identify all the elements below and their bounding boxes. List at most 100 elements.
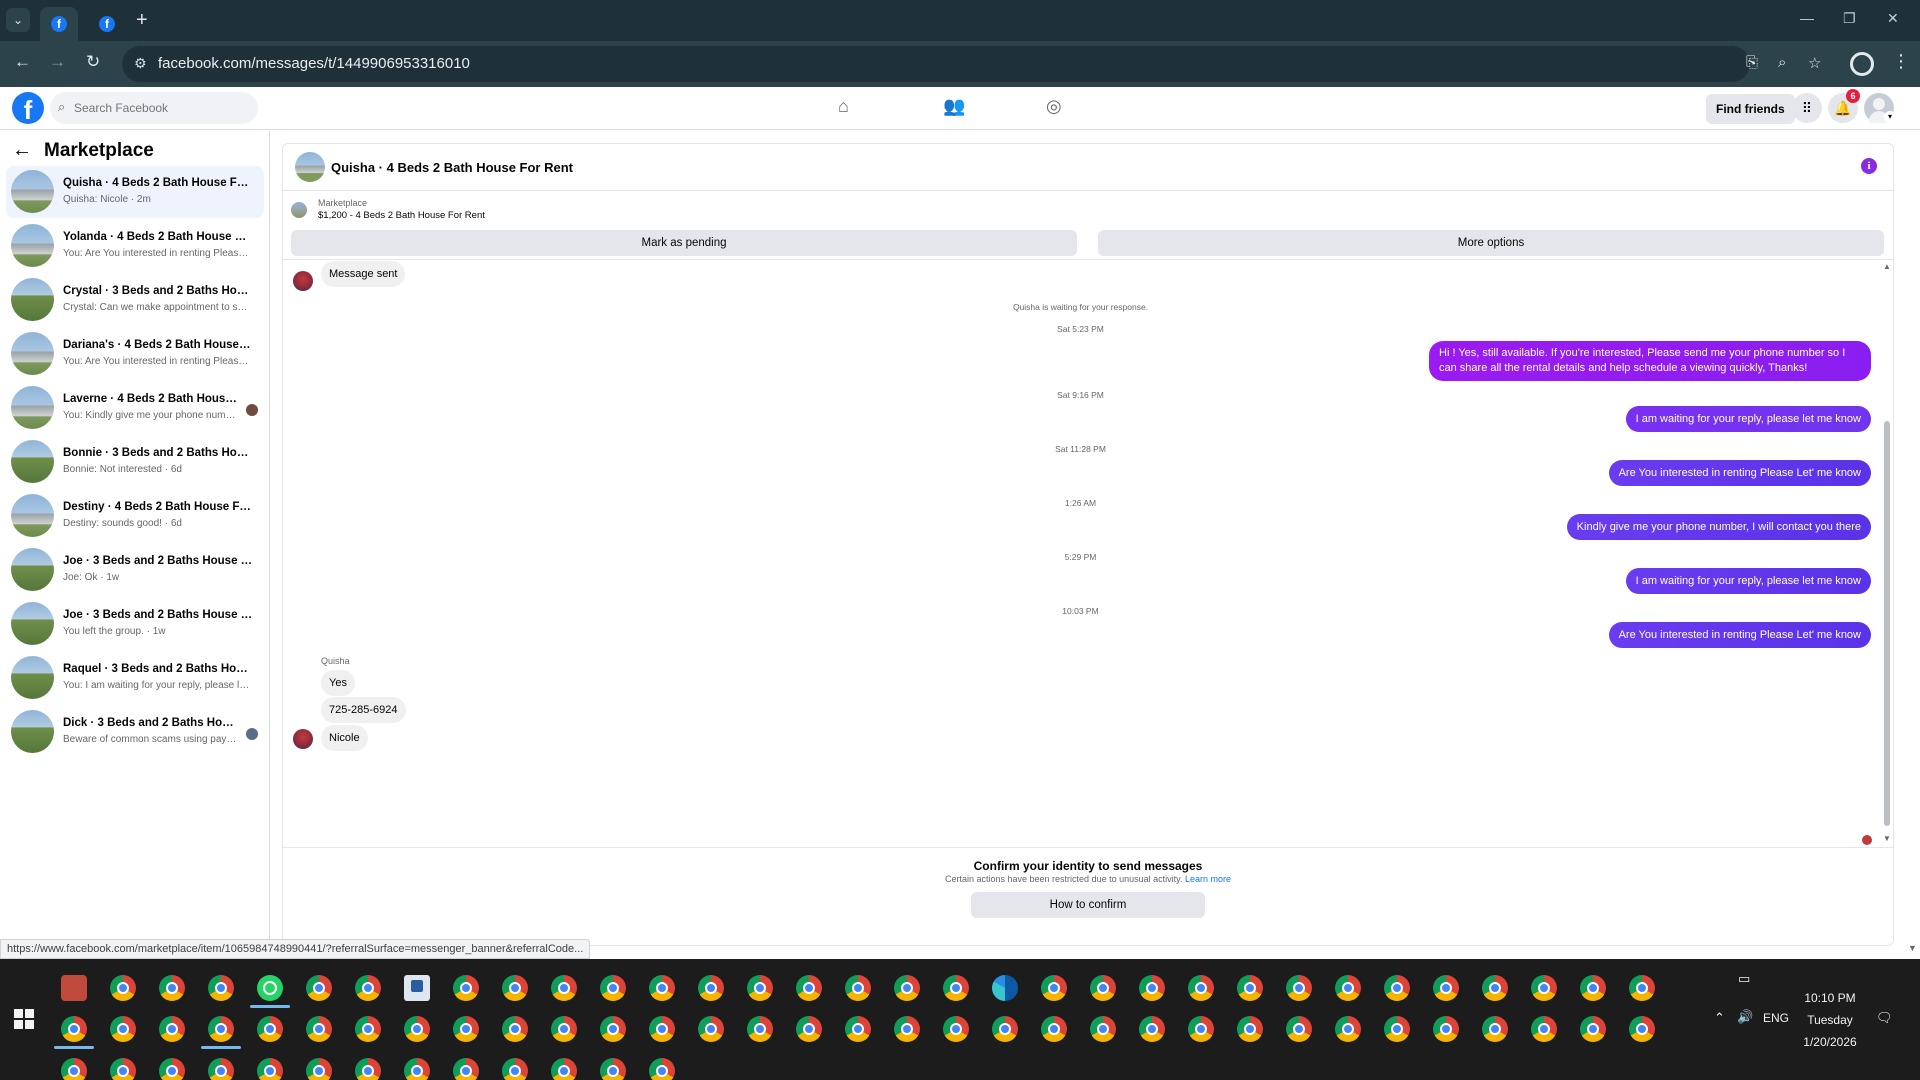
search-input[interactable]	[74, 98, 249, 118]
restore-window-button[interactable]: ❐	[1843, 10, 1856, 27]
scrollbar-thumb[interactable]	[1884, 421, 1890, 826]
browser-tab-facebook-active[interactable]: f	[40, 7, 78, 41]
conversation-item[interactable]: Joe · 3 Beds and 2 Baths House For Rent …	[6, 598, 264, 650]
chrome-icon[interactable]	[1041, 975, 1067, 1001]
chrome-icon[interactable]	[796, 1016, 822, 1042]
chrome-icon[interactable]	[1237, 975, 1263, 1001]
chrome-icon[interactable]	[159, 1058, 185, 1080]
chrome-icon[interactable]	[1629, 1016, 1655, 1042]
chrome-icon[interactable]	[1139, 1016, 1165, 1042]
chrome-icon[interactable]	[1482, 975, 1508, 1001]
groups-icon[interactable]: ◎	[1046, 96, 1062, 117]
chrome-icon[interactable]	[355, 1058, 381, 1080]
tab-search-dropdown[interactable]: ⌄	[6, 8, 30, 32]
chrome-icon[interactable]	[1041, 1016, 1067, 1042]
chrome-icon[interactable]	[404, 1016, 430, 1042]
volume-icon[interactable]: 🔊	[1737, 1009, 1753, 1025]
chrome-icon[interactable]	[1531, 975, 1557, 1001]
windows-start-icon[interactable]	[14, 1009, 34, 1029]
chrome-icon[interactable]	[306, 1016, 332, 1042]
mark-as-pending-button[interactable]: Mark as pending	[291, 230, 1077, 256]
chrome-icon[interactable]	[502, 1058, 528, 1080]
chrome-icon[interactable]	[61, 1016, 87, 1042]
page-scrollbar[interactable]: ▼	[1904, 131, 1920, 959]
notification-center-icon[interactable]: 🗨	[1876, 1010, 1893, 1026]
chevron-up-icon[interactable]: ⌃	[1714, 1010, 1725, 1026]
app-icon[interactable]	[404, 975, 430, 1001]
chrome-icon[interactable]	[1629, 975, 1655, 1001]
chrome-icon[interactable]	[453, 1016, 479, 1042]
chrome-icon[interactable]	[1384, 975, 1410, 1001]
conversation-item[interactable]: Raquel · 3 Beds and 2 Baths House For Re…	[6, 652, 264, 704]
chrome-icon[interactable]	[1090, 975, 1116, 1001]
chrome-icon[interactable]	[355, 975, 381, 1001]
chrome-icon[interactable]	[1090, 1016, 1116, 1042]
site-info-icon[interactable]: ⚙	[134, 55, 147, 72]
facebook-search[interactable]: ⌕	[50, 92, 258, 124]
close-window-button[interactable]: ✕	[1887, 10, 1899, 27]
chat-title[interactable]: Quisha · 4 Beds 2 Bath House For Rent	[331, 160, 573, 175]
chrome-icon[interactable]	[404, 1058, 430, 1080]
chrome-icon[interactable]	[1482, 1016, 1508, 1042]
chrome-icon[interactable]	[551, 1016, 577, 1042]
conversation-item[interactable]: Laverne · 4 Beds 2 Bath House For Rent Y…	[6, 382, 264, 434]
conversation-item[interactable]: Quisha · 4 Beds 2 Bath House For Rent Qu…	[6, 166, 264, 218]
chrome-icon[interactable]	[894, 1016, 920, 1042]
how-to-confirm-button[interactable]: How to confirm	[971, 892, 1205, 918]
back-arrow-icon[interactable]: ←	[14, 52, 31, 72]
chrome-icon[interactable]	[943, 1016, 969, 1042]
install-app-icon[interactable]: ⎘	[1746, 54, 1758, 71]
new-tab-button[interactable]: +	[136, 8, 148, 32]
language-indicator[interactable]: ENG	[1763, 1011, 1789, 1025]
home-icon[interactable]: ⌂	[838, 96, 849, 117]
chrome-icon[interactable]	[208, 1016, 234, 1042]
chrome-icon[interactable]	[355, 1016, 381, 1042]
chrome-icon[interactable]	[649, 1058, 675, 1080]
chrome-menu-icon[interactable]: ⋮	[1892, 51, 1910, 72]
zoom-icon[interactable]: ⌕	[1778, 54, 1786, 71]
minimize-window-button[interactable]: —	[1800, 10, 1814, 26]
system-clock[interactable]: 10:10 PM Tuesday 1/20/2026	[1795, 987, 1865, 1053]
chrome-icon[interactable]	[1335, 975, 1361, 1001]
forward-arrow-icon[interactable]: →	[49, 52, 66, 72]
conversation-item[interactable]: Crystal · 3 Beds and 2 Baths House For R…	[6, 274, 264, 326]
chrome-icon[interactable]	[208, 1058, 234, 1080]
reload-icon[interactable]: ↻	[86, 52, 100, 72]
chrome-icon[interactable]	[1335, 1016, 1361, 1042]
message-scrollbar[interactable]: ▲ ▼	[1881, 261, 1893, 847]
conversation-item[interactable]: Bonnie · 3 Beds and 2 Baths House For Re…	[6, 436, 264, 488]
chrome-icon[interactable]	[453, 975, 479, 1001]
chrome-icon[interactable]	[1188, 1016, 1214, 1042]
chrome-icon[interactable]	[943, 975, 969, 1001]
address-bar[interactable]: ⚙ facebook.com/messages/t/14499069533160…	[122, 46, 1821, 82]
chrome-icon[interactable]	[747, 1016, 773, 1042]
chrome-icon[interactable]	[1286, 1016, 1312, 1042]
chrome-icon[interactable]	[551, 975, 577, 1001]
chrome-icon[interactable]	[1384, 1016, 1410, 1042]
chrome-icon[interactable]	[110, 975, 136, 1001]
chrome-icon[interactable]	[257, 1058, 283, 1080]
listing-thumbnail[interactable]	[295, 152, 325, 182]
chrome-icon[interactable]	[992, 1016, 1018, 1042]
whatsapp-icon[interactable]	[257, 975, 283, 1001]
chrome-profile-icon[interactable]	[1850, 52, 1874, 76]
chrome-icon[interactable]	[894, 975, 920, 1001]
find-friends-button[interactable]: Find friends	[1706, 94, 1795, 124]
desktop-projection-icon[interactable]: ▭	[1738, 971, 1750, 987]
chrome-icon[interactable]	[747, 975, 773, 1001]
conversation-item[interactable]: Dariana's · 4 Beds 2 Bath House For Rent…	[6, 328, 264, 380]
chrome-icon[interactable]	[1531, 1016, 1557, 1042]
chrome-icon[interactable]	[502, 975, 528, 1001]
chrome-icon[interactable]	[257, 1016, 283, 1042]
chrome-icon[interactable]	[1139, 975, 1165, 1001]
chrome-icon[interactable]	[796, 975, 822, 1001]
more-options-button[interactable]: More options	[1098, 230, 1884, 256]
menu-grid-icon[interactable]: ⠿	[1792, 93, 1822, 123]
chrome-icon[interactable]	[845, 975, 871, 1001]
chrome-icon[interactable]	[1237, 1016, 1263, 1042]
chrome-icon[interactable]	[1433, 1016, 1459, 1042]
browser-tab-facebook[interactable]: f	[88, 7, 126, 41]
friends-icon[interactable]: 👥	[943, 96, 965, 117]
scroll-down-icon[interactable]: ▼	[1883, 834, 1891, 843]
chrome-icon[interactable]	[698, 1016, 724, 1042]
